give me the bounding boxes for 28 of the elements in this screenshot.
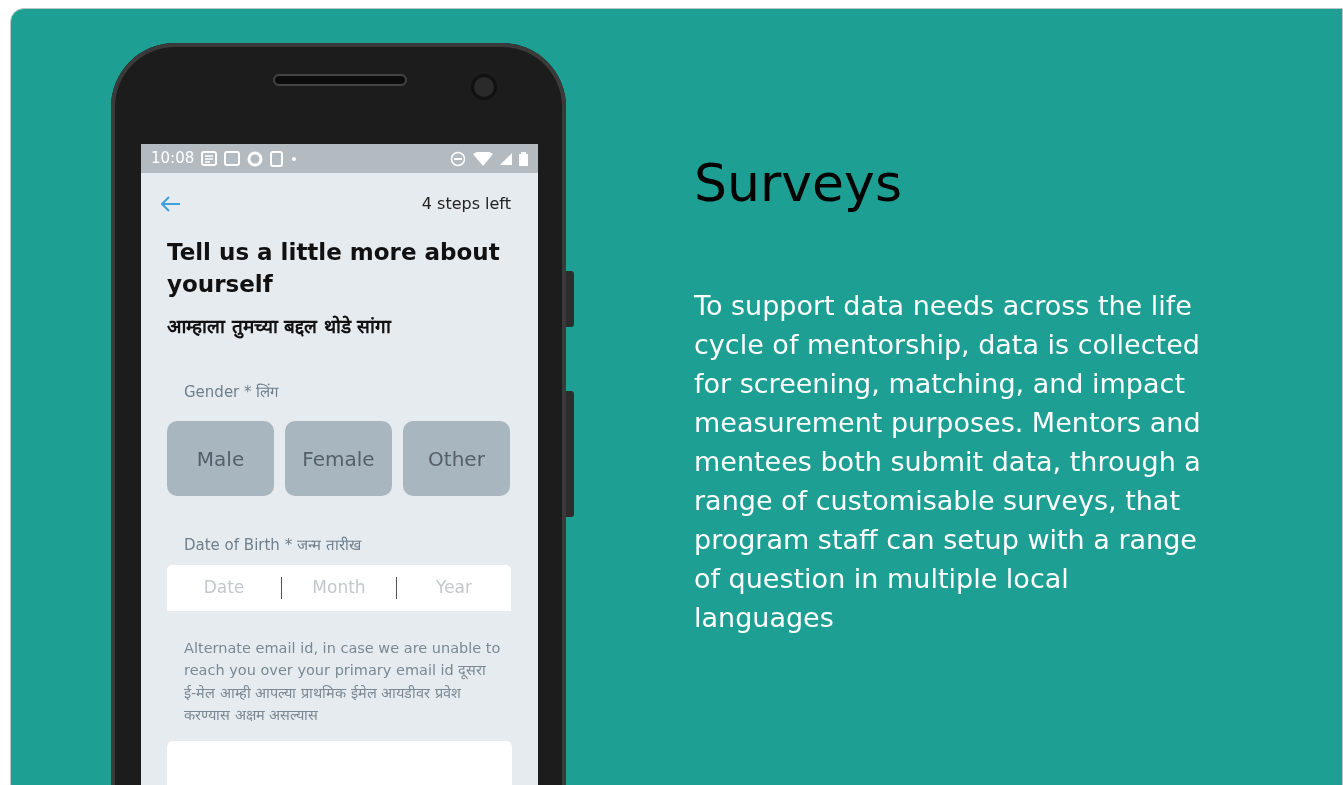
form-subtitle: आम्हाला तुमच्या बद्दल थोडे सांगा bbox=[166, 314, 393, 341]
phone-icon bbox=[270, 150, 285, 167]
email-input-field[interactable] bbox=[167, 740, 512, 785]
form-title: Tell us a little more about yourself bbox=[166, 238, 501, 299]
date-input-field[interactable]: Month bbox=[282, 573, 396, 602]
do-not-disturb-icon bbox=[450, 150, 466, 167]
gender-option[interactable]: Male bbox=[167, 421, 274, 496]
back-arrow-icon[interactable] bbox=[161, 196, 181, 212]
calendar-icon bbox=[224, 151, 241, 166]
date-of-birth-label: Date of Birth * जन्म तारीख bbox=[183, 535, 363, 556]
alternate-email-label: Alternate email id, in case we are unable to reach you over your primary email id दूसरा ई-मेल आम्ही आपल्या प्राथमिक ईमेल आयडीवर प्रवेश करण्यास अक्षम असल्यास bbox=[183, 638, 502, 725]
camera-lens bbox=[471, 74, 497, 100]
dot-icon bbox=[291, 155, 298, 162]
gender-option[interactable]: Female bbox=[285, 421, 392, 496]
steps-left-text: 4 steps left bbox=[421, 193, 511, 215]
document-icon bbox=[201, 151, 218, 166]
status-time: 10:08 bbox=[151, 148, 195, 170]
volume-key bbox=[566, 271, 574, 327]
signal-icon bbox=[500, 152, 512, 165]
slide-description: To support data needs across the life cycle of mentorship, data is collected for screening, matching, and impact measurement purposes. Mentors and mentees both submit data, through a range of customisable surveys, that program staff can setup with a range of question in multiple local languages bbox=[694, 289, 1202, 636]
slide-title: Surveys bbox=[694, 152, 903, 215]
wifi-icon bbox=[473, 151, 493, 166]
battery-icon bbox=[519, 151, 528, 166]
gender-option[interactable]: Other bbox=[403, 421, 510, 496]
ring-icon bbox=[247, 150, 264, 167]
date-input-field[interactable]: Date bbox=[167, 573, 281, 602]
date-input-field[interactable]: Year bbox=[397, 573, 511, 602]
gender-label: Gender * लिंग bbox=[183, 381, 280, 403]
